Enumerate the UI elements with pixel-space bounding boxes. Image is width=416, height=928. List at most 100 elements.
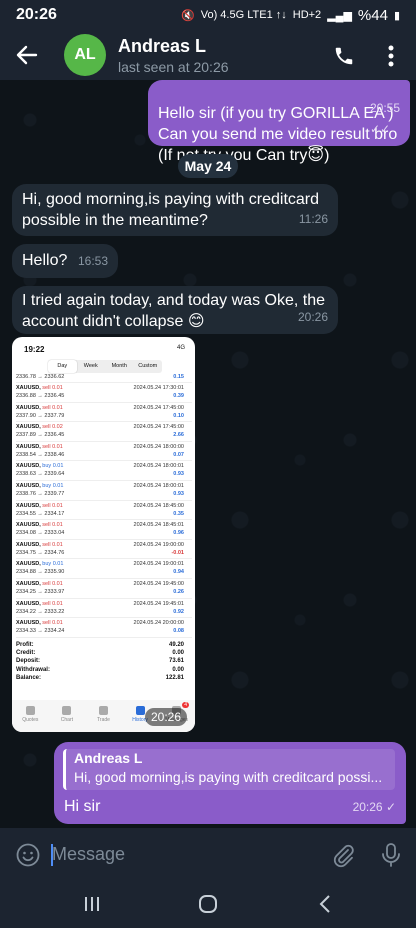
tab-custom: Custom (138, 363, 158, 369)
trade-profit: 0.93 (173, 471, 184, 478)
trade-profit: 0.92 (173, 608, 184, 615)
trade-row: XAUUSD, sell 0.01 2337.90 → 2337.79 2024.0… (16, 403, 192, 423)
summary-label: Withdrawal: (16, 666, 50, 673)
double-check-icon: ✓✓ (369, 122, 391, 136)
contact-name: Andreas L (118, 35, 207, 56)
summary-row: Credit: 0.00 (16, 650, 184, 658)
avatar[interactable]: AL (64, 34, 106, 76)
trade-row: XAUUSD, sell 0.01 2334.55 → 2334.17 2024.0… (16, 501, 192, 521)
signal-icon: ▂▄▆ (327, 9, 352, 22)
emoji-button[interactable] (15, 842, 41, 868)
trade-symbol: XAUUSD, sell 0.01 (16, 522, 63, 529)
contact-info[interactable]: Andreas L last seen at 20:26 (118, 36, 229, 75)
message-time: 20:55 (369, 101, 400, 115)
voice-message-button[interactable] (380, 842, 406, 868)
summary-label: Balance: (16, 674, 42, 681)
trade-prices: 2336.88 → 2336.45 (16, 393, 65, 399)
home-button[interactable] (196, 892, 220, 916)
summary-value: 0.00 (172, 666, 184, 673)
message-time: 16:53 (77, 254, 108, 268)
message-text: Hi sir (64, 798, 101, 815)
trade-date: 2024.05.24 19:00:01 (133, 561, 184, 568)
message-bubble-incoming[interactable]: I tried again today, and today was Oke, … (12, 286, 338, 334)
chat-area[interactable]: Hello sir (if you try GORILLA EA ) Can y… (0, 80, 416, 828)
microphone-icon (382, 843, 400, 867)
trade-profit: -0.01 (171, 549, 184, 556)
trade-date: 2024.05.24 17:30:01 (133, 385, 184, 391)
summary-value: 49.20 (168, 642, 184, 648)
trade-symbol: XAUUSD, sell 0.01 (16, 580, 63, 587)
trade-profit: 2.66 (173, 432, 184, 439)
account-summary: Profit: 49.20 Credit: 0.00 Deposit: 73.61 With… (16, 642, 184, 683)
trade-profit: 0.08 (173, 628, 184, 635)
trade-profit: 0.07 (173, 451, 184, 458)
trade-row: XAUUSD, sell 0.01 2336.88 → 2336.45 2024.0… (16, 383, 192, 403)
trade-date: 2024.05.24 18:00:01 (133, 463, 184, 470)
trade-prices: 2334.88 → 2335.90 (16, 569, 65, 576)
period-tabs: Day Week Month Custom (48, 360, 162, 373)
trade-row: XAUUSD, sell 0.01 2334.33 → 2334.24 2024.0… (16, 618, 192, 638)
trade-date: 2024.05.24 18:45:00 (133, 502, 184, 509)
summary-row: Deposit: 73.61 (16, 658, 184, 666)
network-indicator: Vo) 4.5G LTE1 ↑↓ (200, 9, 287, 21)
message-text: Hello? (22, 252, 68, 269)
status-time: 20:26 (16, 6, 57, 23)
trade-date: 2024.05.24 18:00:00 (133, 443, 184, 450)
image-message[interactable]: 19:22 4G Day Week Month Custom 2336.78 →… (12, 337, 195, 732)
trade-symbol: XAUUSD, sell 0.01 (16, 502, 63, 509)
recent-apps-icon (85, 897, 99, 911)
trade-row: XAUUSD, buy 0.01 2334.88 → 2335.90 2024.05… (16, 559, 192, 579)
summary-row: Withdrawal: 0.00 (16, 667, 184, 675)
message-input-bar: Message (0, 828, 416, 882)
trade-row: XAUUSD, buy 0.01 2338.63 → 2339.64 2024.05… (16, 461, 192, 481)
trade-date: 2024.05.24 19:45:01 (133, 600, 184, 607)
nav-chart: Chart (49, 700, 86, 732)
message-bubble-outgoing[interactable]: Hello sir (if you try GORILLA EA ) Can y… (148, 80, 410, 164)
message-input[interactable]: Message (52, 844, 125, 865)
chart-icon (62, 706, 72, 715)
trade-symbol: XAUUSD, sell 0.02 (16, 424, 63, 431)
trade-prices: 2334.22 → 2333.22 (16, 608, 65, 615)
trade-date: 2024.05.24 19:00:00 (133, 541, 184, 548)
summary-row: Balance: 122.81 (16, 675, 184, 683)
nav-trade: Trade (85, 700, 122, 732)
trade-row: XAUUSD, sell 0.01 2334.08 → 2333.04 2024.0… (16, 520, 192, 540)
trade-symbol: XAUUSD, sell 0.01 (16, 620, 63, 627)
message-time: 11:26 (298, 212, 328, 226)
trade-profit: 0.26 (173, 588, 184, 595)
arrow-left-icon (16, 45, 38, 65)
call-button[interactable] (328, 40, 360, 72)
attach-button[interactable] (330, 842, 356, 868)
notification-badge: 4 (182, 702, 189, 708)
mute-icon: 🔇 (181, 9, 195, 22)
tab-week: Week (83, 363, 98, 369)
trade-row: XAUUSD, sell 0.01 2334.22 → 2333.22 2024.0… (16, 599, 192, 619)
message-bubble-incoming[interactable]: Hi, good morning,is paying with creditca… (12, 184, 338, 236)
phone-icon (335, 47, 353, 65)
trade-date: 2024.05.24 17:45:00 (133, 404, 184, 411)
date-separator: May 24 (178, 154, 238, 178)
trade-history-list: 2336.78 → 2336.62 0.15 XAUUSD, sell 0.01… (16, 374, 192, 638)
trade-date: 2024.05.24 19:45:00 (133, 580, 184, 587)
message-bubble-incoming[interactable]: Hello? 16:53 (12, 244, 118, 278)
message-bubble-outgoing[interactable]: Andreas L Hi, good morning,is paying wit… (54, 742, 406, 824)
trade-date: 2024.05.24 20:00:00 (133, 620, 184, 627)
last-seen-status: last seen at 20:26 (118, 58, 229, 75)
recent-apps-button[interactable] (80, 892, 104, 916)
trade-profit: 0.96 (173, 530, 184, 537)
trade-symbol: XAUUSD, sell 0.01 (16, 385, 63, 391)
trade-profit: 0.35 (173, 510, 184, 517)
back-nav-button[interactable] (314, 892, 338, 916)
reply-quote[interactable]: Andreas L Hi, good morning,is paying wit… (63, 749, 395, 790)
message-text: Hi, good morning,is paying with creditca… (22, 191, 320, 229)
trade-row: XAUUSD, sell 0.01 2338.54 → 2338.46 2024.0… (16, 442, 192, 462)
trade-prices: 2334.75 → 2334.76 (16, 549, 65, 556)
status-bar: 20:26 🔇 Vo) 4.5G LTE1 ↑↓ HD+2 ▂▄▆ %44 ▮ (0, 0, 416, 30)
back-button[interactable] (0, 30, 54, 80)
more-options-button[interactable] (375, 40, 407, 72)
message-meta: 20:26 ✓ (353, 797, 396, 818)
trade-row: XAUUSD, sell 0.01 2334.75 → 2334.76 2024.0… (16, 540, 192, 560)
tab-day: Day (48, 360, 77, 373)
trade-prices: 2334.25 → 2333.97 (16, 588, 65, 595)
battery-icon: ▮ (393, 9, 400, 22)
